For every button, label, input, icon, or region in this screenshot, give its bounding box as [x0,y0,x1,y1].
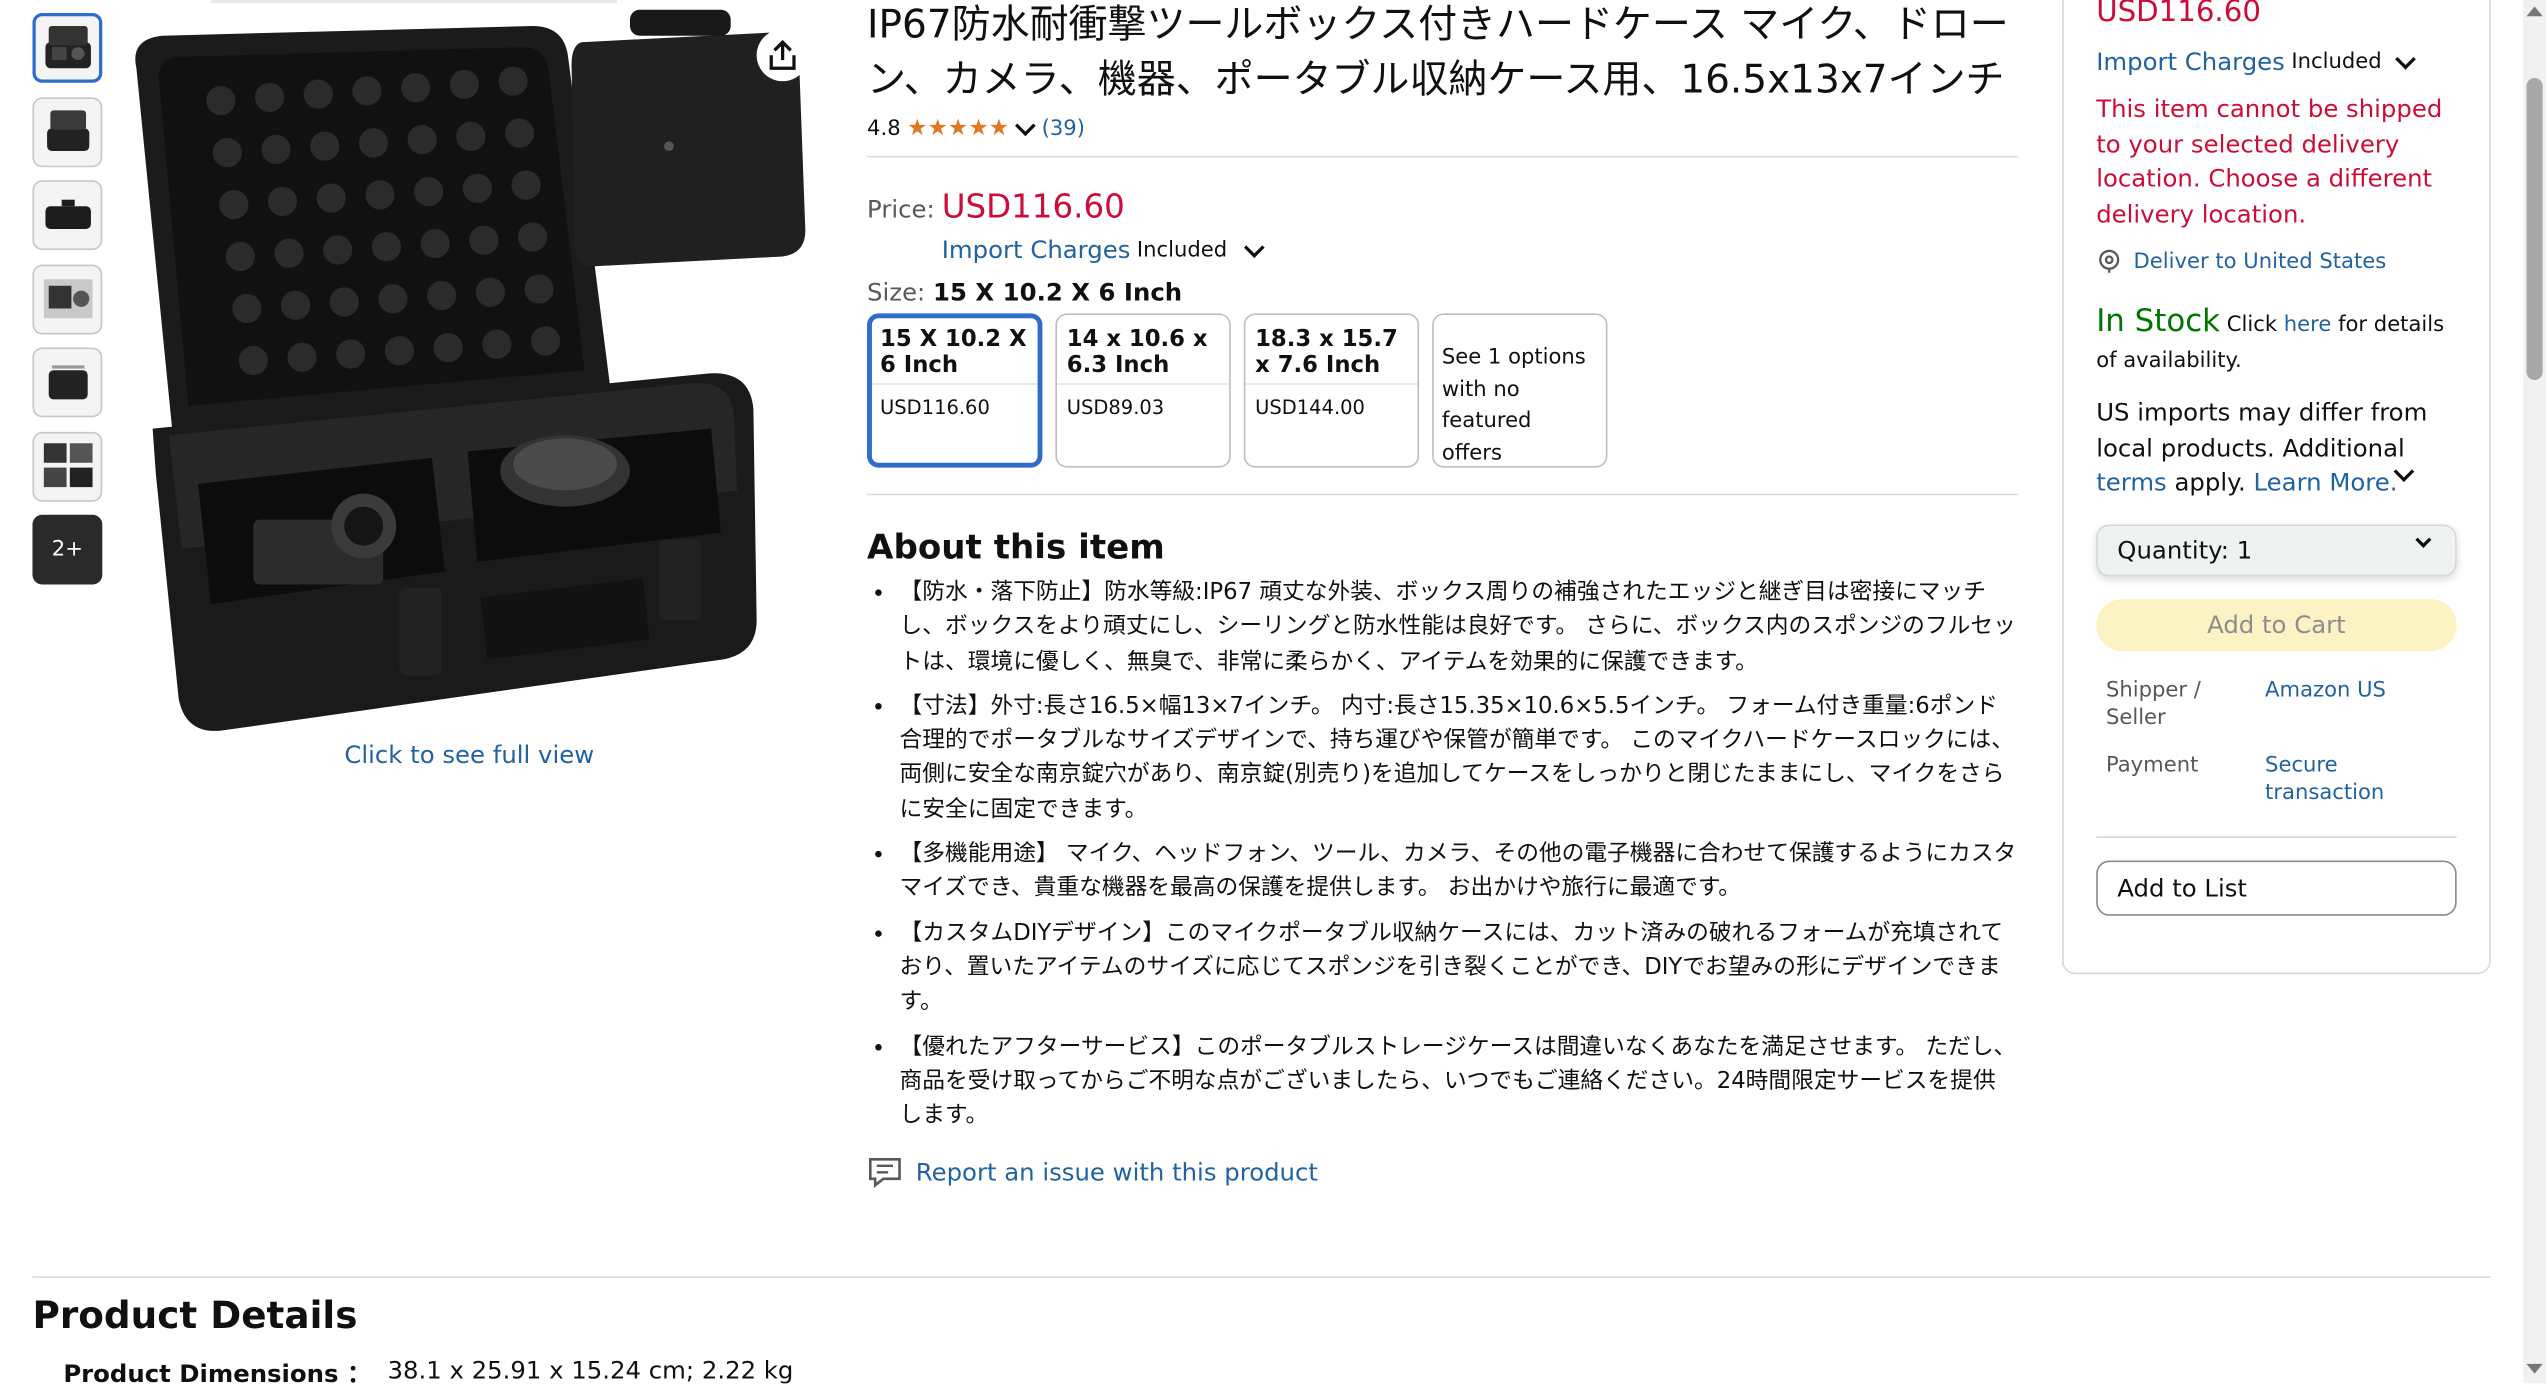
import-charges-link[interactable]: Import Charges [2096,47,2285,76]
report-issue-link[interactable]: Report an issue with this product [867,1157,2018,1189]
add-to-cart-button[interactable]: Add to Cart [2096,598,2457,651]
about-bullet: 【多機能用途】 マイク、ヘッドフォン、ツール、カメラ、その他の電子機器に合わせて… [900,838,2019,907]
share-button[interactable] [756,29,809,82]
divider [867,493,2019,496]
dimensions-value: 38.1 x 25.91 x 15.24 cm; 2.22 kg [387,1355,794,1384]
location-pin-icon [2099,249,2120,273]
size-option-2[interactable]: 14 x 10.6 x 6.3 Inch USD89.03 [1055,313,1231,468]
thumbnail-3[interactable] [32,180,103,251]
dimensions-label: Product Dimensions ： [63,1359,372,1384]
thumbnail-5[interactable] [32,347,103,418]
us-imports-note: US imports may differ from local product… [2096,396,2456,501]
product-dimensions-row: Product Dimensions ： 38.1 x 25.91 x 15.2… [63,1356,793,1384]
about-heading: About this item [867,527,1165,567]
rating-row: 4.8 ★ ★ ★ ★ ★ (39) [867,114,2018,143]
size-label: Size: [867,277,926,307]
thumbnail-6[interactable] [32,431,103,501]
size-option-3[interactable]: 18.3 x 15.7 x 7.6 Inch USD144.00 [1243,313,1420,468]
chevron-down-icon[interactable] [1014,114,1035,136]
scrollbar-thumb[interactable] [2526,77,2543,380]
stock-status: In Stock Click here for details of avail… [2096,304,2456,380]
about-bullets: 【防水・落下防止】防水等級:IP67 頑丈な外装、ボックス周りの補強されたエッジ… [867,576,2018,1134]
thumbnail-more[interactable]: 2+ [32,514,103,585]
chevron-down-icon[interactable] [2394,48,2416,69]
scroll-down-arrow-icon[interactable] [2526,1363,2543,1374]
buybox-import-row: Import Charges Included [2096,47,2456,76]
thumbnail-strip: 2+ [32,12,103,598]
shipper-link[interactable]: Amazon US [2265,676,2411,731]
quantity-select[interactable]: Quantity: 1 [2096,523,2457,576]
shipping-warning: This item cannot be shipped to your sele… [2096,94,2443,229]
size-option-price: USD116.60 [880,396,990,419]
thumbnail-2[interactable] [32,96,103,167]
size-option-1[interactable]: 15 X 10.2 X 6 Inch USD116.60 [867,313,1043,468]
add-to-list-button[interactable]: Add to List [2096,859,2457,915]
buybox-price: USD116.60 [2096,0,2261,30]
quantity-value: 1 [2236,535,2253,565]
about-bullet: 【カスタムDIYデザイン】このマイクポータブル収納ケースには、カット済みの破れる… [900,917,2019,1021]
deliver-to-text: Deliver to United States [2133,249,2387,274]
chevron-down-icon[interactable] [1243,236,1265,258]
import-charges-row: Import Charges Included [942,235,2019,265]
price-label: Price: [867,194,935,225]
import-included-label: Included [2291,49,2382,74]
quantity-label: Quantity: [2117,535,2230,565]
product-details-heading: Product Details [32,1295,358,1338]
shipper-row: Shipper / Seller Amazon US [2096,676,2456,731]
product-title: IP67防水耐衝撃ツールボックス付きハードケース マイク、ドローン、カメラ、機器… [867,1,2009,103]
price-value: USD116.60 [941,186,1125,226]
price-row: Price: USD116.60 [867,187,2018,226]
size-option-label: 15 X 10.2 X 6 Inch [871,318,1038,385]
divider [32,1276,2491,1278]
main-product-image[interactable] [107,3,838,737]
rating-count-link[interactable]: (39) [1042,116,1085,140]
divider [2096,835,2457,838]
product-page: 2+ Click to see full view IP67防水耐衝撃ツールボッ… [0,0,2546,1384]
rating-value: 4.8 [867,116,901,141]
click-text: Click [2220,313,2284,338]
about-bullet: 【寸法】外寸:長さ16.5×幅13×7インチ。 内寸:長さ15.35×10.6×… [900,690,2019,828]
learn-more-link[interactable]: Learn More. [2254,468,2398,497]
more-images-label: 2+ [51,537,83,562]
about-bullet: 【防水・落下防止】防水等級:IP67 頑丈な外装、ボックス周りの補強されたエッジ… [900,576,2019,680]
apply-text: apply. [2166,467,2254,497]
payment-link[interactable]: Secure transaction [2265,751,2411,806]
scroll-up-arrow-icon[interactable] [2526,6,2543,17]
shipper-label: Shipper / Seller [2105,677,2201,730]
import-included-label: Included [1136,237,1228,263]
import-charges-link[interactable]: Import Charges [942,235,1131,264]
size-option-label: 18.3 x 15.7 x 7.6 Inch [1245,315,1418,385]
report-issue-text: Report an issue with this product [915,1158,1318,1188]
size-selected-value: 15 X 10.2 X 6 Inch [933,277,1183,307]
full-view-link[interactable]: Click to see full view [292,740,646,769]
product-info: IP67防水耐衝撃ツールボックス付きハードケース マイク、ドローン、カメラ、機器… [867,0,2019,1189]
chevron-down-icon [2415,531,2432,548]
more-options-note: See 1 options with no featured offers [1441,345,1586,466]
size-option-price: USD89.03 [1066,396,1165,419]
size-option-price: USD144.00 [1255,396,1365,419]
terms-link[interactable]: terms [2096,468,2167,497]
size-row: Size: 15 X 10.2 X 6 Inch [867,278,2018,307]
buy-box: USD116.60 Import Charges Included This i… [2062,0,2491,975]
share-icon [769,39,796,70]
us-imports-text: US imports may differ from local product… [2096,397,2428,462]
size-swatches: 15 X 10.2 X 6 Inch USD116.60 14 x 10.6 x… [867,313,2018,468]
deliver-to-link[interactable]: Deliver to United States [2096,248,2456,274]
report-flag-icon [869,1158,901,1189]
size-option-label: 14 x 10.6 x 6.3 Inch [1057,315,1230,385]
payment-label: Payment [2105,752,2199,777]
thumbnail-4[interactable] [32,263,103,334]
size-option-more[interactable]: See 1 options with no featured offers [1432,313,1608,468]
in-stock-label: In Stock [2096,303,2221,340]
star-rating-icon[interactable]: ★ ★ ★ ★ ★ [907,117,1009,140]
divider [867,155,2019,158]
payment-row: Payment Secure transaction [2096,751,2456,806]
here-link[interactable]: here [2284,313,2332,337]
about-bullet: 【優れたアフターサービス】このポータブルストレージケースは間違いなくあなたを満足… [900,1030,2019,1134]
thumbnail-1[interactable] [32,12,103,83]
seller-info: Shipper / Seller Amazon US Payment Secur… [2096,676,2456,806]
